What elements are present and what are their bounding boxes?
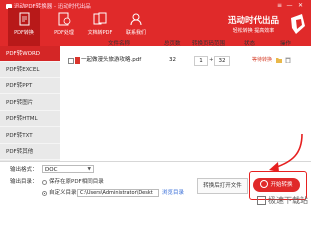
chevron-down-icon: ▼ <box>87 167 91 172</box>
range-separator: + <box>209 57 214 63</box>
sidebar-item-pdf-to-word[interactable]: PDF转WORD <box>0 46 60 62</box>
header-total-pages: 总页数 <box>164 41 181 47</box>
header-page-range: 转换页码范围 <box>192 41 226 47</box>
header-status: 状态 <box>244 41 256 47</box>
output-format-value: DOC <box>45 167 58 173</box>
brand: 迅动时代出品 轻松转换 提高效率 <box>228 16 279 34</box>
header-operations: 操作 <box>280 41 292 47</box>
output-dir-label: 输出目录： <box>10 179 38 185</box>
open-folder-button[interactable]: 转换后打开文件 <box>197 178 248 194</box>
output-format-label: 输出格式： <box>10 167 38 173</box>
brand-slogan: 轻松转换 提高效率 <box>232 28 275 34</box>
radio-custom-dir[interactable] <box>42 191 47 196</box>
folder-icon[interactable] <box>276 57 282 63</box>
range-to-input[interactable]: 32 <box>214 56 230 66</box>
tab-label: 联系我们 <box>125 30 146 36</box>
app-window: 迅动PDF转换器 - 迅动时代出品 ≡ — ✕ PDF转换 PDF处理 文档转P… <box>0 0 311 209</box>
minimize-button[interactable]: — <box>286 2 293 10</box>
watermark-logo-icon <box>257 196 266 205</box>
header-file-name: 文件名称 <box>108 41 131 47</box>
tab-label: PDF转换 <box>14 30 34 36</box>
tab-label: 文档转PDF <box>87 30 113 36</box>
sidebar: PDF转WORD PDF转EXCEL PDF转PPT PDF转图片 PDF转HT… <box>0 46 60 161</box>
sidebar-item-pdf-to-excel[interactable]: PDF转EXCEL <box>0 62 60 78</box>
sidebar-item-pdf-to-html[interactable]: PDF转HTML <box>0 111 60 127</box>
delete-icon[interactable] <box>285 57 291 63</box>
radio-same-dir-label: 保存在原PDF相同目录 <box>49 179 104 185</box>
output-path-input[interactable]: C:\Users\Administrator\Deskt <box>77 189 159 197</box>
tab-pdf-process[interactable]: PDF处理 <box>48 8 80 46</box>
sidebar-item-pdf-to-other[interactable]: PDF转其他 <box>0 144 60 160</box>
row-checkbox[interactable] <box>68 58 74 64</box>
close-button[interactable]: ✕ <box>297 2 304 10</box>
watermark-text: 极速下载站 <box>268 196 308 205</box>
table-row[interactable]: 一起做漫头旅游攻略.pdf 32 1 + 32 等待转换 <box>61 56 311 66</box>
range-from-input[interactable]: 1 <box>194 56 208 66</box>
title-bar: 迅动PDF转换器 - 迅动时代出品 ≡ — ✕ PDF转换 PDF处理 文档转P… <box>0 0 311 46</box>
sidebar-item-pdf-to-image[interactable]: PDF转图片 <box>0 95 60 111</box>
total-pages: 32 <box>169 57 176 63</box>
brand-logo-icon <box>291 14 305 34</box>
sidebar-item-pdf-to-ppt[interactable]: PDF转PPT <box>0 78 60 94</box>
doc-to-pdf-icon <box>93 12 107 25</box>
status-badge: 等待转换 <box>252 57 273 63</box>
watermark: 极速下载站 <box>257 195 308 206</box>
pdf-process-icon <box>58 12 71 26</box>
tab-label: PDF处理 <box>54 30 74 36</box>
pdf-file-icon <box>75 57 80 64</box>
pdf-convert-icon <box>19 12 30 26</box>
menu-icon[interactable]: ≡ <box>276 2 283 10</box>
tab-pdf-convert[interactable]: PDF转换 <box>8 8 40 46</box>
browse-link[interactable]: 浏览目录 <box>162 189 184 197</box>
brand-name: 迅动时代出品 <box>228 16 280 26</box>
sidebar-item-pdf-to-txt[interactable]: PDF转TXT <box>0 128 60 144</box>
output-format-select[interactable]: DOC ▼ <box>42 165 94 173</box>
radio-same-dir[interactable] <box>42 180 47 185</box>
file-name: 一起做漫头旅游攻略.pdf <box>81 57 142 63</box>
arrow-icon <box>269 133 303 172</box>
contact-icon <box>130 13 142 26</box>
